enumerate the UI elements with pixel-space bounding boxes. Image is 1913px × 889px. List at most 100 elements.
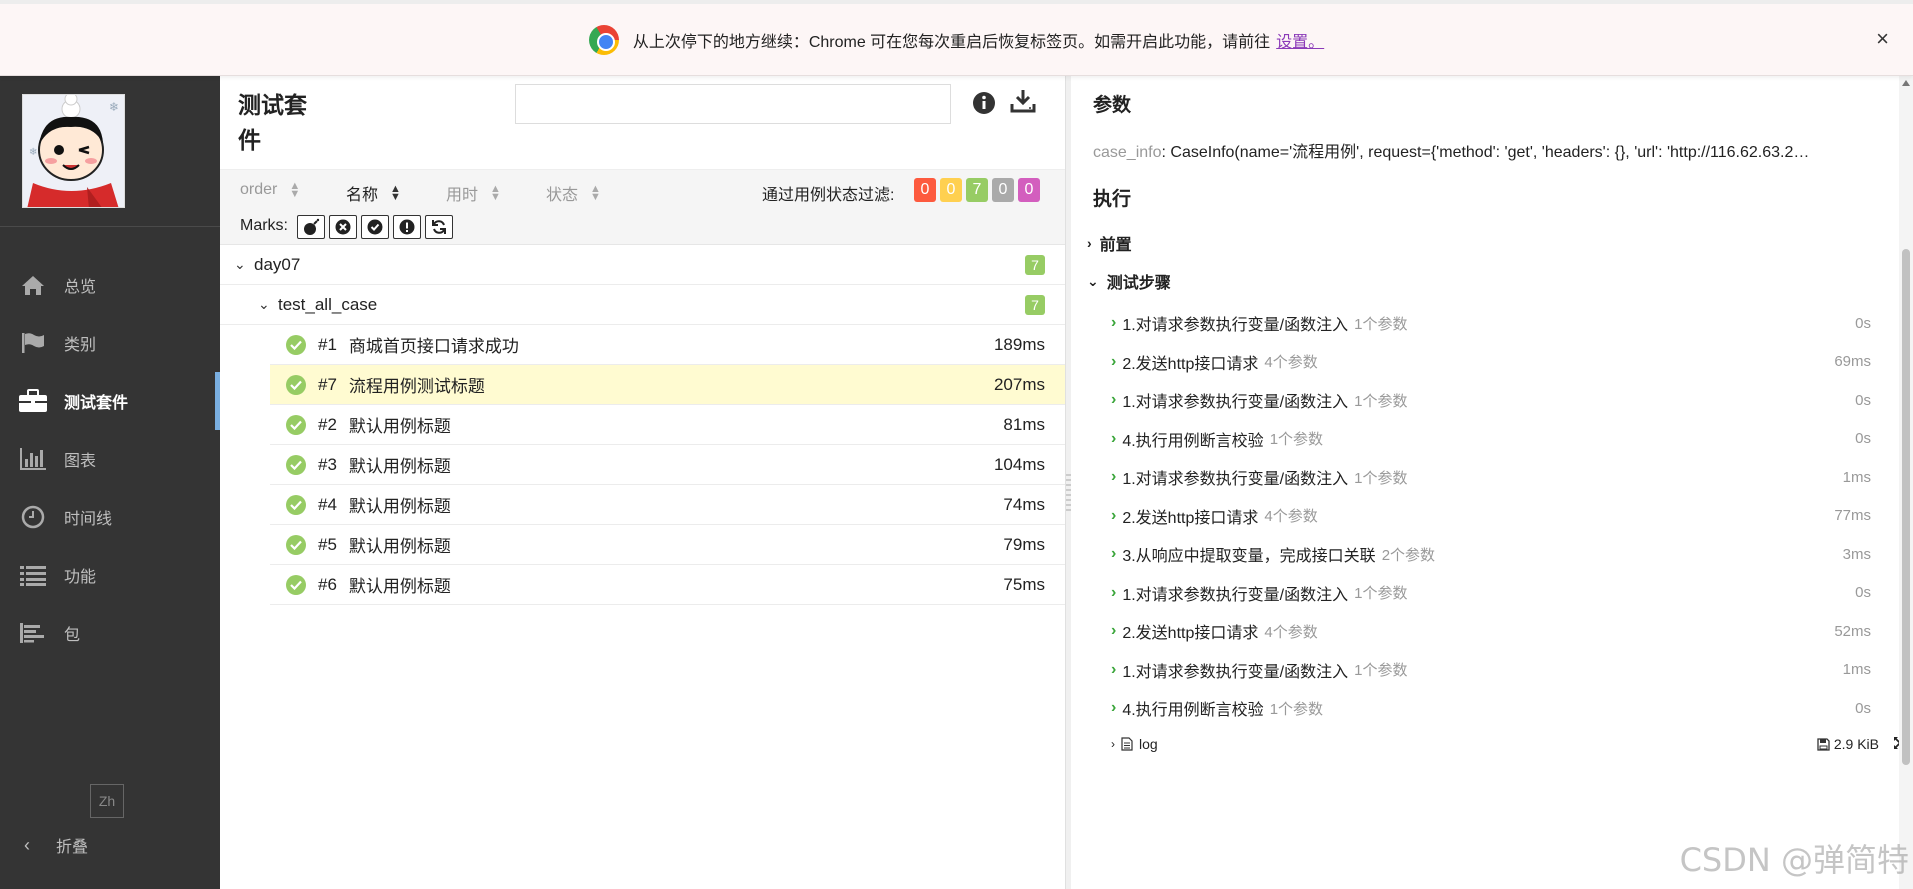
- passed-check-icon: [286, 494, 306, 515]
- log-attachment-row[interactable]: › log 2.9 KiB: [1111, 731, 1907, 757]
- svg-text:❄: ❄: [29, 147, 37, 158]
- case-row[interactable]: #5 默认用例标题 79ms: [270, 525, 1065, 565]
- sort-arrows-icon: ▲ ▼: [490, 183, 501, 203]
- bar-chart-icon: [18, 447, 48, 471]
- step-title: 1.对请求参数执行变量/函数注入: [1122, 586, 1349, 604]
- new-failed-mark-button[interactable]: [329, 215, 357, 239]
- infobar-settings-link[interactable]: 设置。: [1276, 28, 1324, 52]
- step-row[interactable]: › 1.对请求参数执行变量/函数注入 1个参数 1ms: [1111, 458, 1871, 497]
- case-row[interactable]: #6 默认用例标题 75ms: [270, 565, 1065, 605]
- step-duration: 0s: [1855, 699, 1871, 717]
- sidebar-item-packages[interactable]: 包: [0, 604, 220, 662]
- tree-group-test-all-case[interactable]: ⌄ test_all_case 7: [220, 285, 1065, 325]
- case-title: 默认用例标题: [348, 457, 451, 476]
- step-row[interactable]: › 1.对请求参数执行变量/函数注入 1个参数 0s: [1111, 304, 1871, 343]
- info-icon[interactable]: [972, 91, 996, 120]
- passed-check-icon: [286, 414, 306, 435]
- case-row[interactable]: #2 默认用例标题 81ms: [270, 405, 1065, 445]
- download-icon[interactable]: [1010, 89, 1036, 118]
- step-title: 4.执行用例断言校验: [1122, 702, 1264, 720]
- step-row[interactable]: › 4.执行用例断言校验 1个参数 0s: [1111, 420, 1871, 459]
- language-button[interactable]: Zh: [90, 784, 124, 818]
- sort-order[interactable]: order ▲ ▼: [240, 181, 300, 200]
- case-duration: 79ms: [1003, 534, 1045, 554]
- file-icon: [1121, 737, 1133, 751]
- chevron-right-icon: ›: [1111, 545, 1117, 563]
- case-row[interactable]: #7 流程用例测试标题 207ms: [270, 365, 1065, 405]
- filter-passed-badge[interactable]: 7: [966, 178, 988, 202]
- step-row[interactable]: › 1.对请求参数执行变量/函数注入 1个参数 1ms: [1111, 651, 1871, 690]
- sort-name[interactable]: 名称 ▲ ▼: [346, 181, 401, 205]
- steps-label: 测试步骤: [1106, 275, 1171, 292]
- sort-bar: order ▲ ▼ 名称 ▲ ▼ 用时 ▲ ▼ 状态 ▲ ▼ 通过用例状态过滤: 0 0…: [220, 169, 1065, 209]
- steps-section-toggle[interactable]: ⌄ 测试步骤: [1087, 269, 1171, 293]
- infobar-message: 从上次停下的地方继续：Chrome 可在您每次重启后恢复标签页。如需开启此功能，…: [632, 33, 1271, 51]
- group-name: day07: [254, 254, 301, 274]
- step-param-count: 4个参数: [1264, 354, 1318, 372]
- sort-name-label: 名称: [346, 187, 379, 204]
- sidebar-item-behaviors[interactable]: 功能: [0, 546, 220, 604]
- scrollbar[interactable]: [1899, 76, 1913, 889]
- param-value: : CaseInfo(name='流程用例', request={'method…: [1161, 144, 1810, 161]
- sidebar-item-label: 类别: [64, 337, 97, 354]
- sidebar-item-graphs[interactable]: 图表: [0, 430, 220, 488]
- step-title: 1.对请求参数执行变量/函数注入: [1122, 317, 1349, 335]
- filter-skipped-badge[interactable]: 0: [992, 178, 1014, 202]
- search-input[interactable]: [515, 84, 951, 124]
- step-row[interactable]: › 2.发送http接口请求 4个参数 69ms: [1111, 343, 1871, 382]
- setup-label: 前置: [1099, 237, 1132, 254]
- chevron-right-icon: ›: [1111, 506, 1117, 524]
- sidebar-item-timeline[interactable]: 时间线: [0, 488, 220, 546]
- filter-failed-badge[interactable]: 0: [914, 178, 936, 202]
- step-row[interactable]: › 4.执行用例断言校验 1个参数 0s: [1111, 689, 1871, 728]
- sort-status-label: 状态: [546, 187, 579, 204]
- sort-duration[interactable]: 用时 ▲ ▼: [446, 181, 501, 205]
- step-param-count: 1个参数: [1354, 392, 1408, 410]
- case-row[interactable]: #1 商城首页接口请求成功 189ms: [270, 325, 1065, 365]
- sidebar-item-categories[interactable]: 类别: [0, 314, 220, 372]
- sidebar-item-label: 图表: [64, 453, 97, 470]
- sort-status[interactable]: 状态 ▲ ▼: [546, 181, 601, 205]
- flag-icon: [18, 331, 48, 355]
- step-title: 1.对请求参数执行变量/函数注入: [1122, 471, 1349, 489]
- step-row[interactable]: › 3.从响应中提取变量，完成接口关联 2个参数 3ms: [1111, 535, 1871, 574]
- chevron-right-icon: ›: [1111, 352, 1117, 370]
- step-param-count: 4个参数: [1264, 508, 1318, 526]
- step-duration: 0s: [1855, 314, 1871, 332]
- align-left-icon: [18, 621, 48, 645]
- filter-unknown-badge[interactable]: 0: [1018, 178, 1040, 202]
- check-circle-icon: [367, 219, 383, 235]
- step-duration: 0s: [1855, 391, 1871, 409]
- chevron-right-icon: ›: [1111, 468, 1117, 486]
- case-duration: 207ms: [993, 374, 1045, 394]
- scroll-up-arrow-icon[interactable]: [1902, 80, 1910, 86]
- step-row[interactable]: › 2.发送http接口请求 4个参数 52ms: [1111, 612, 1871, 651]
- retries-mark-button[interactable]: [425, 215, 453, 239]
- case-row[interactable]: #4 默认用例标题 74ms: [270, 485, 1065, 525]
- step-row[interactable]: › 1.对请求参数执行变量/函数注入 1个参数 0s: [1111, 381, 1871, 420]
- tree-group-day07[interactable]: ⌄ day07 7: [220, 245, 1065, 285]
- briefcase-icon: [18, 389, 48, 413]
- execution-heading: 执行: [1093, 189, 1132, 210]
- setup-section-toggle[interactable]: › 前置: [1087, 231, 1132, 255]
- sidebar-item-label: 测试套件: [64, 395, 129, 412]
- case-detail-pane: 参数 case_info: CaseInfo(name='流程用例', requ…: [1071, 76, 1913, 889]
- passed-check-icon: [286, 374, 306, 395]
- step-param-count: 1个参数: [1354, 585, 1408, 603]
- filter-broken-badge[interactable]: 0: [940, 178, 962, 202]
- step-row[interactable]: › 1.对请求参数执行变量/函数注入 1个参数 0s: [1111, 574, 1871, 613]
- chevron-right-icon: ›: [1111, 429, 1117, 447]
- scrollbar-thumb[interactable]: [1902, 249, 1910, 765]
- refresh-icon: [432, 220, 446, 234]
- step-row[interactable]: › 2.发送http接口请求 4个参数 77ms: [1111, 497, 1871, 536]
- sidebar-item-overview[interactable]: 总览: [0, 256, 220, 314]
- new-broken-mark-button[interactable]: [393, 215, 421, 239]
- close-icon[interactable]: ×: [1876, 28, 1889, 50]
- sort-arrows-icon: ▲ ▼: [590, 183, 601, 203]
- new-passed-mark-button[interactable]: [361, 215, 389, 239]
- passed-check-icon: [286, 534, 306, 555]
- sidebar-item-suites[interactable]: 测试套件: [0, 372, 220, 430]
- case-row[interactable]: #3 默认用例标题 104ms: [270, 445, 1065, 485]
- flaky-mark-button[interactable]: [297, 215, 325, 239]
- collapse-button[interactable]: ‹ 折叠: [18, 833, 88, 857]
